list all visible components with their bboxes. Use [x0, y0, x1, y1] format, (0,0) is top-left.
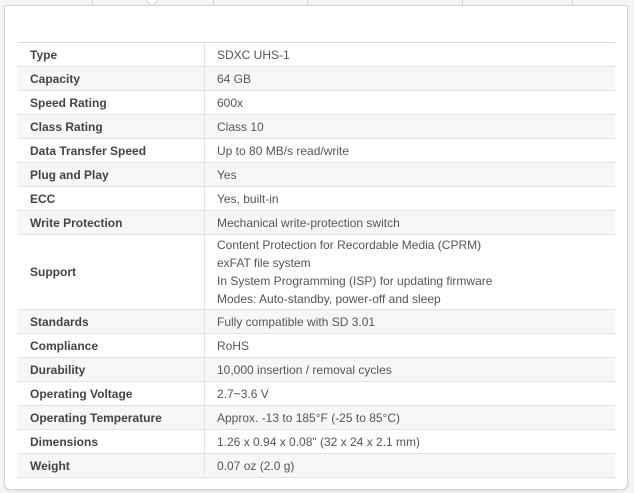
spec-value-line: 2.7~3.6 V	[217, 386, 269, 401]
spec-value-line: Content Protection for Recordable Media …	[217, 238, 482, 252]
spec-value-line: 600x	[217, 95, 244, 110]
spec-value-line: RoHS	[217, 338, 250, 353]
table-row: Durability 10,000 insertion / removal cyc…	[18, 357, 615, 382]
spec-value: Fully compatible with SD 3.01	[204, 309, 615, 334]
spec-value-line: 1.26 x 0.94 x 0.08" (32 x 24 x 2.1 mm)	[217, 434, 421, 449]
spec-label: ECC	[18, 186, 205, 211]
table-row: Support Content Protection for Recordable…	[18, 234, 615, 310]
spec-label: Plug and Play	[18, 162, 205, 187]
spec-value-line: Up to 80 MB/s read/write	[217, 143, 350, 158]
spec-value-line: 64 GB	[217, 71, 252, 86]
table-row: Compliance RoHS	[18, 333, 615, 358]
spec-value: 600x	[204, 90, 615, 115]
spec-label: Durability	[18, 357, 205, 382]
spec-value: RoHS	[204, 333, 615, 358]
spec-label: Standards	[18, 309, 205, 334]
table-row: ECC Yes, built-in	[18, 186, 615, 211]
specifications-table: Type SDXC UHS-1 Capacity 64 GB Speed Rating 6…	[18, 42, 615, 478]
spec-label: Weight	[18, 453, 205, 478]
spec-value-line: Fully compatible with SD 3.01	[217, 314, 376, 329]
spec-value: Mechanical write-protection switch	[204, 210, 615, 235]
spec-label: Dimensions	[18, 429, 205, 454]
spec-value: 2.7~3.6 V	[204, 381, 615, 406]
spec-value-line: In System Programming (ISP) for updating…	[217, 274, 493, 288]
spec-value: Approx. -13 to 185°F (-25 to 85°C)	[204, 405, 615, 430]
table-row: Class Rating Class 10	[18, 114, 615, 139]
table-row: Operating Voltage 2.7~3.6 V	[18, 381, 615, 406]
spec-label: Type	[18, 42, 205, 67]
spec-label: Support	[18, 234, 205, 310]
spec-value-line: Class 10	[217, 119, 264, 134]
spec-value-line: SDXC UHS-1	[217, 47, 290, 62]
table-row: Dimensions 1.26 x 0.94 x 0.08" (32 x 24 x…	[18, 429, 615, 454]
spec-label: Speed Rating	[18, 90, 205, 115]
table-row: Weight 0.07 oz (2.0 g)	[18, 453, 615, 478]
spec-value: Yes	[204, 162, 615, 187]
table-row: Write Protection Mechanical write-protect…	[18, 210, 615, 235]
spec-value-line: 10,000 insertion / removal cycles	[217, 362, 392, 377]
table-row: Speed Rating 600x	[18, 90, 615, 115]
spec-value: 64 GB	[204, 66, 615, 91]
table-row: Standards Fully compatible with SD 3.01	[18, 309, 615, 334]
spec-value: Up to 80 MB/s read/write	[204, 138, 615, 163]
spec-value-line: exFAT file system	[217, 256, 311, 270]
spec-label: Operating Voltage	[18, 381, 205, 406]
spec-label: Class Rating	[18, 114, 205, 139]
spec-value-line: Yes	[217, 167, 237, 182]
spec-label: Compliance	[18, 333, 205, 358]
table-row: Plug and Play Yes	[18, 162, 615, 187]
spec-label: Data Transfer Speed	[18, 138, 205, 163]
table-row: Capacity 64 GB	[18, 66, 615, 91]
spec-value-line: Modes: Auto-standby, power-off and sleep	[217, 292, 441, 306]
spec-value: 0.07 oz (2.0 g)	[204, 453, 615, 478]
spec-value-line: 0.07 oz (2.0 g)	[217, 458, 295, 473]
spec-value-line: Mechanical write-protection switch	[217, 215, 400, 230]
spec-value-line: Yes, built-in	[217, 191, 279, 206]
spec-label: Write Protection	[18, 210, 205, 235]
spec-value: 1.26 x 0.94 x 0.08" (32 x 24 x 2.1 mm)	[204, 429, 615, 454]
spec-value: Yes, built-in	[204, 186, 615, 211]
table-row: Operating Temperature Approx. -13 to 185°…	[18, 405, 615, 430]
spec-value-line: Approx. -13 to 185°F (-25 to 85°C)	[217, 410, 401, 425]
specifications-panel: Type SDXC UHS-1 Capacity 64 GB Speed Rating 6…	[4, 5, 628, 490]
table-row: Type SDXC UHS-1	[18, 42, 615, 67]
spec-value: 10,000 insertion / removal cycles	[204, 357, 615, 382]
spec-label: Capacity	[18, 66, 205, 91]
spec-label: Operating Temperature	[18, 405, 205, 430]
spec-value: SDXC UHS-1	[204, 42, 615, 67]
spec-value: Class 10	[204, 114, 615, 139]
spec-value: Content Protection for Recordable Media …	[204, 234, 615, 310]
table-row: Data Transfer Speed Up to 80 MB/s read/wr…	[18, 138, 615, 163]
